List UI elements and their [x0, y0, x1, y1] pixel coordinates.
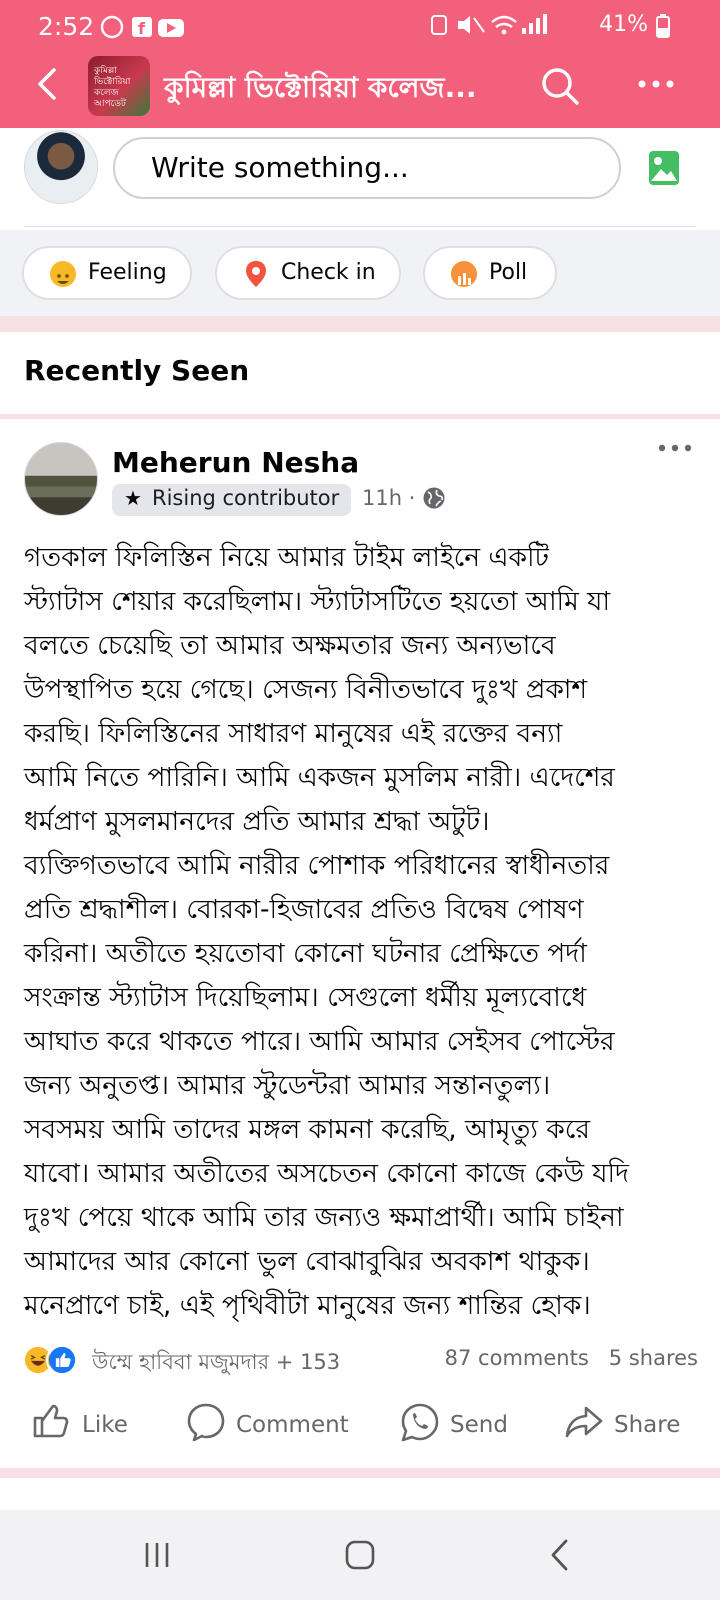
- notification-icons: f: [100, 14, 205, 45]
- post-line: আমাদের আর কোনো ভুল বোঝাবুঝির অবকাশ থাকুক…: [24, 1246, 590, 1277]
- battery-icon: [656, 14, 670, 38]
- group-thumbnail[interactable]: কুমিল্লা ভিক্টোরিয়া কলেজ আপডেট: [88, 56, 150, 116]
- group-nav: কুমিল্লা ভিক্টোরিয়া কলেজ আপডেট কুমিল্লা…: [0, 56, 720, 120]
- app-notification-icon: f: [100, 15, 205, 39]
- comment-icon: [187, 1403, 225, 1442]
- engagement-counts[interactable]: 87 comments 5 shares: [445, 1346, 698, 1370]
- section-separator: [0, 316, 720, 332]
- post-line: দুঃখ পেয়ে থাকে আমি তার জন্যও ক্ষমাপ্রার…: [24, 1202, 624, 1233]
- post-line: সংক্রান্ত স্ট্যাটাস দিয়েছিলাম। সেগুলো ধ…: [24, 982, 587, 1013]
- recent-apps-icon[interactable]: [142, 1540, 172, 1570]
- home-icon[interactable]: [344, 1539, 376, 1571]
- badge-label: Rising contributor: [152, 486, 340, 510]
- send-label: Send: [450, 1412, 508, 1438]
- poll-icon: [451, 261, 477, 287]
- post-line: যাবো। আমার অতীতের অসচেতন কোনো কাজে কেউ য…: [24, 1158, 629, 1189]
- divider: [24, 226, 696, 227]
- post-line: উপস্থাপিত হয়ে গেছে। সেজন্য বিনীতভাবে দু…: [24, 674, 588, 705]
- check-in-label: Check in: [281, 260, 376, 285]
- more-options-icon[interactable]: [636, 64, 676, 104]
- post-line: করিনা। অতীতে হয়তোবা কোনো ঘটনার প্রেক্ষি…: [24, 938, 587, 969]
- system-navigation-bar: [0, 1510, 720, 1600]
- quick-actions-bar: Feeling Check in Poll: [0, 230, 720, 316]
- post-more-icon[interactable]: [656, 436, 696, 460]
- post-time-text: 11h: [362, 486, 403, 510]
- signal-wifi-icons: [431, 14, 547, 35]
- post-line: প্রতি শ্রদ্ধাশীল। বোরকা-হিজাবের প্রতিও ব…: [24, 894, 584, 925]
- shares-count[interactable]: 5 shares: [609, 1346, 698, 1370]
- post-line: সবসময় আমি তাদের মঙ্গল কামনা করেছি, আমৃত…: [24, 1114, 590, 1145]
- feeling-emoji-icon: [50, 261, 76, 287]
- feeling-label: Feeling: [88, 260, 167, 285]
- group-title[interactable]: কুমিল্লা ভিক্টোরিয়া কলেজ...: [164, 66, 477, 113]
- poll-button[interactable]: Poll: [423, 246, 557, 300]
- feeling-button[interactable]: Feeling: [22, 246, 192, 300]
- whatsapp-icon: [401, 1403, 439, 1442]
- reactions-text[interactable]: উম্মে হাবিবা মজুমদার + 153: [92, 1346, 340, 1381]
- comments-count[interactable]: 87 comments: [445, 1346, 589, 1370]
- post-line: জন্য অনুতপ্ত। আমার স্টুডেন্টরা আমার সন্ত…: [24, 1070, 551, 1101]
- post-line: আমি নিতে পারিনি। আমি একজন মুসলিম নারী। এ…: [24, 762, 615, 793]
- like-icon: [33, 1404, 69, 1438]
- author-name[interactable]: Meherun Nesha: [112, 446, 359, 479]
- back-nav-icon[interactable]: [548, 1538, 572, 1572]
- section-title: Recently Seen: [24, 354, 250, 387]
- post-line: বলতে চেয়েছি তা আমার অক্ষমতার জন্য অন্যভ…: [24, 630, 556, 661]
- back-arrow-icon[interactable]: [30, 64, 70, 104]
- post-text: গতকাল ফিলিস্তিন নিয়ে আমার টাইম লাইনে এক…: [24, 536, 704, 1328]
- status-time: 2:52: [38, 12, 95, 41]
- share-label: Share: [614, 1412, 681, 1438]
- like-label: Like: [82, 1412, 128, 1438]
- battery-percent: 41%: [599, 12, 648, 37]
- top-bar: 2:52 f 41% কুমিল্লা ভিক্টোরিয়া কলেজ আপড…: [0, 0, 720, 128]
- status-bar: 2:52 f 41%: [0, 10, 720, 46]
- poll-label: Poll: [489, 260, 528, 285]
- reactions-row: উম্মে হাবিবা মজুমদার + 153 87 comments 5…: [22, 1342, 702, 1378]
- svg-text:f: f: [138, 19, 146, 38]
- post-separator: [0, 1468, 720, 1478]
- group-thumb-text: কুমিল্লা ভিক্টোরিয়া কলেজ আপডেট: [94, 66, 131, 109]
- search-icon[interactable]: [538, 64, 582, 108]
- post-composer: Write something...: [0, 128, 720, 228]
- post-time[interactable]: 11h ·: [362, 486, 415, 510]
- like-reaction-icon[interactable]: [46, 1344, 78, 1376]
- share-icon: [565, 1406, 603, 1438]
- author-avatar[interactable]: [24, 442, 98, 516]
- user-avatar[interactable]: [24, 130, 98, 204]
- globe-icon: [423, 487, 445, 509]
- comment-label: Comment: [236, 1412, 349, 1438]
- section-separator: [0, 414, 720, 419]
- photo-icon[interactable]: [648, 150, 680, 186]
- post-line: মনেপ্রাণে চাই, এই পৃথিবীটা মানুষের জন্য …: [24, 1290, 591, 1321]
- star-icon: ★: [124, 486, 142, 510]
- contributor-badge[interactable]: ★ Rising contributor: [112, 484, 352, 516]
- location-pin-icon: [246, 261, 266, 287]
- check-in-button[interactable]: Check in: [215, 246, 401, 300]
- post-line: ধর্মপ্রাণ মুসলমানদের প্রতি আমার শ্রদ্ধা …: [24, 806, 490, 837]
- post-line: স্ট্যাটাস শেয়ার করেছিলাম। স্ট্যাটাসটিতে…: [24, 586, 611, 617]
- post-line: গতকাল ফিলিস্তিন নিয়ে আমার টাইম লাইনে এক…: [24, 542, 549, 573]
- post-action-bar: Like Comment Send Share: [0, 1394, 720, 1460]
- write-something-input[interactable]: Write something...: [113, 137, 621, 199]
- post-line: ব্যক্তিগতভাবে আমি নারীর পোশাক পরিধানের স…: [24, 850, 610, 881]
- post-line: করছি। ফিলিস্তিনের সাধারণ মানুষের এই রক্ত…: [24, 718, 563, 749]
- post-line: আঘাত করে থাকতে পারে। আমি আমার সেইসব পোস্…: [24, 1026, 615, 1057]
